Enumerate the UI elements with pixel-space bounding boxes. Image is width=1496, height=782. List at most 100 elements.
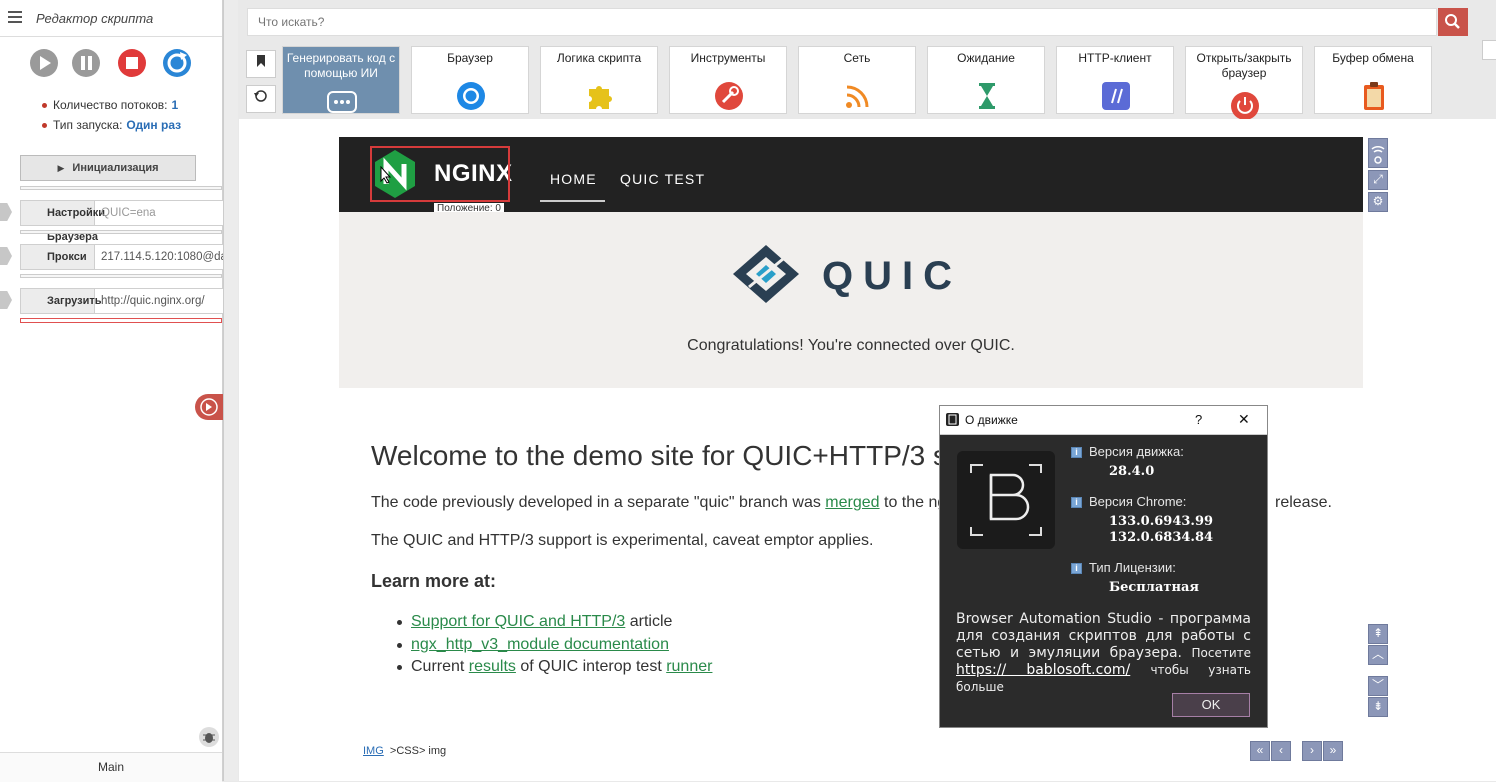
scroll-far-right-icon[interactable]: » [1323,741,1343,761]
category-waiting[interactable]: Ожидание [927,46,1045,114]
runner-link[interactable]: runner [666,658,712,675]
chrome-version-label: Версия Chrome: [1089,494,1187,509]
list-bullet [397,643,402,648]
fullscreen-icon[interactable]: ⤢ [1368,170,1388,190]
breadcrumb-img-link[interactable]: IMG [363,745,384,757]
license-type-label: Тип Лицензии: [1089,560,1176,575]
category-clipboard[interactable]: Буфер обмена [1314,46,1432,114]
hamburger-menu-icon[interactable] [8,11,22,23]
search-input[interactable] [248,9,1436,35]
script-editor-panel: Редактор скрипта Количество потоков: 1 Ти… [0,0,224,782]
wrench-icon [715,82,743,110]
ok-button[interactable]: OK [1172,693,1250,717]
search-button[interactable] [1438,8,1468,36]
category-open-close-browser[interactable]: Открыть/закрыть браузер [1185,46,1303,120]
scroll-bottom-icon[interactable]: ⇟ [1368,697,1388,717]
history-icon [254,90,267,102]
scroll-up-icon[interactable]: ︿ [1368,645,1388,665]
action-browser-settings[interactable]: Настройки Браузера QUIC=ena [20,200,224,243]
restart-button[interactable] [162,48,192,78]
list-item: Support for QUIC and HTTP/3 article [411,613,673,630]
results-link[interactable]: results [469,658,516,675]
power-icon [1231,92,1259,120]
dialog-title: О движке [965,413,1018,427]
stop-button[interactable] [117,48,147,78]
panel-splitter[interactable] [223,0,238,781]
separator [20,230,222,234]
search-box[interactable] [247,8,1437,36]
scroll-down-icon[interactable]: ﹀ [1368,676,1388,696]
puzzle-icon [589,86,612,109]
category-http-client[interactable]: HTTP-клиент [1056,46,1174,114]
chrome-version-value: 132.0.6834.84 [1109,530,1214,545]
close-button[interactable]: ✕ [1238,411,1250,428]
info-icon: i [1071,447,1082,458]
list-item: Current results of QUIC interop test run… [411,658,713,675]
bookmark-button[interactable] [246,50,276,78]
tab-main[interactable]: Main [0,752,222,782]
category-network[interactable]: Сеть [798,46,916,114]
category-browser[interactable]: Браузер [411,46,529,114]
scroll-right-icon[interactable]: › [1302,741,1322,761]
panel-title: Редактор скрипта [36,11,154,26]
separator [20,274,222,278]
http-icon [1102,82,1130,110]
scroll-far-left-icon[interactable]: « [1250,741,1270,761]
run-type-stat: Тип запуска: Один раз [42,118,181,132]
about-engine-dialog: О движке ? ✕ i Версия движка: 28.4.0 i В… [939,405,1268,728]
toolbar-scrollbar[interactable] [1482,40,1496,60]
collapse-panel-button[interactable] [195,394,223,420]
action-marker-icon [0,203,12,221]
action-proxy[interactable]: Прокси 217.114.5.120:1080@da [20,244,224,270]
scroll-top-icon[interactable]: ⇞ [1368,624,1388,644]
panel-header: Редактор скрипта [0,0,222,37]
separator [20,186,222,190]
dialog-titlebar[interactable]: О движке ? ✕ [940,406,1267,435]
app-icon [946,413,959,426]
element-breadcrumb: IMG >CSS> img [363,745,447,757]
pause-button[interactable] [71,48,101,78]
thread-count-value[interactable]: 1 [172,98,179,112]
bablosoft-link[interactable]: https:// bablosoft.com/ [956,662,1130,678]
run-type-value[interactable]: Один раз [126,118,181,132]
play-button[interactable] [29,48,59,78]
thread-count-stat: Количество потоков: 1 [42,98,178,112]
nav-quic-test[interactable]: QUIC TEST [620,171,705,187]
scroll-left-icon[interactable]: ‹ [1271,741,1291,761]
dialog-description: Browser Automation Studio - программа дл… [956,611,1252,694]
category-ai-codegen[interactable]: Генерировать код с помощью ИИ [282,46,400,114]
debug-bug-icon[interactable] [198,726,220,748]
hero-banner [339,212,1363,388]
category-script-logic[interactable]: Логика скрипта [540,46,658,114]
list-bullet [397,665,402,670]
welcome-heading: Welcome to the demo site for QUIC+HTTP/3… [371,440,963,471]
quic-logo-icon [731,243,801,305]
support-link[interactable]: Support for QUIC and HTTP/3 [411,613,625,630]
action-marker-icon [0,291,12,309]
wifi-icon[interactable] [1368,138,1388,168]
nav-home[interactable]: HOME [550,171,597,187]
chat-icon [327,91,357,113]
initialization-button[interactable]: ▶ Инициализация [20,155,196,181]
paragraph-tail: release. [1275,494,1332,511]
gear-icon[interactable]: ⚙ [1368,192,1388,212]
action-marker-icon [0,247,12,265]
category-tools[interactable]: Инструменты [669,46,787,114]
engine-version-label: Версия движка: [1089,444,1184,459]
paragraph-experimental: The QUIC and HTTP/3 support is experimen… [371,532,874,549]
module-docs-link[interactable]: ngx_http_v3_module documentation [411,636,669,653]
rss-icon [846,85,869,108]
history-button[interactable] [246,85,276,113]
info-icon: i [1071,497,1082,508]
list-item: ngx_http_v3_module documentation [411,636,669,654]
paragraph-merged: The code previously developed in a separ… [371,494,959,511]
list-bullet [397,620,402,625]
license-type-value: Бесплатная [1109,580,1199,595]
action-load[interactable]: Загрузить http://quic.nginx.org/ [20,288,224,314]
engine-version-value: 28.4.0 [1109,464,1155,479]
nav-home-underline [540,200,605,202]
quic-wordmark: QUIC [822,254,962,298]
merged-link[interactable]: merged [825,494,879,511]
learn-more-heading: Learn more at: [371,571,497,591]
help-button[interactable]: ? [1195,412,1202,427]
